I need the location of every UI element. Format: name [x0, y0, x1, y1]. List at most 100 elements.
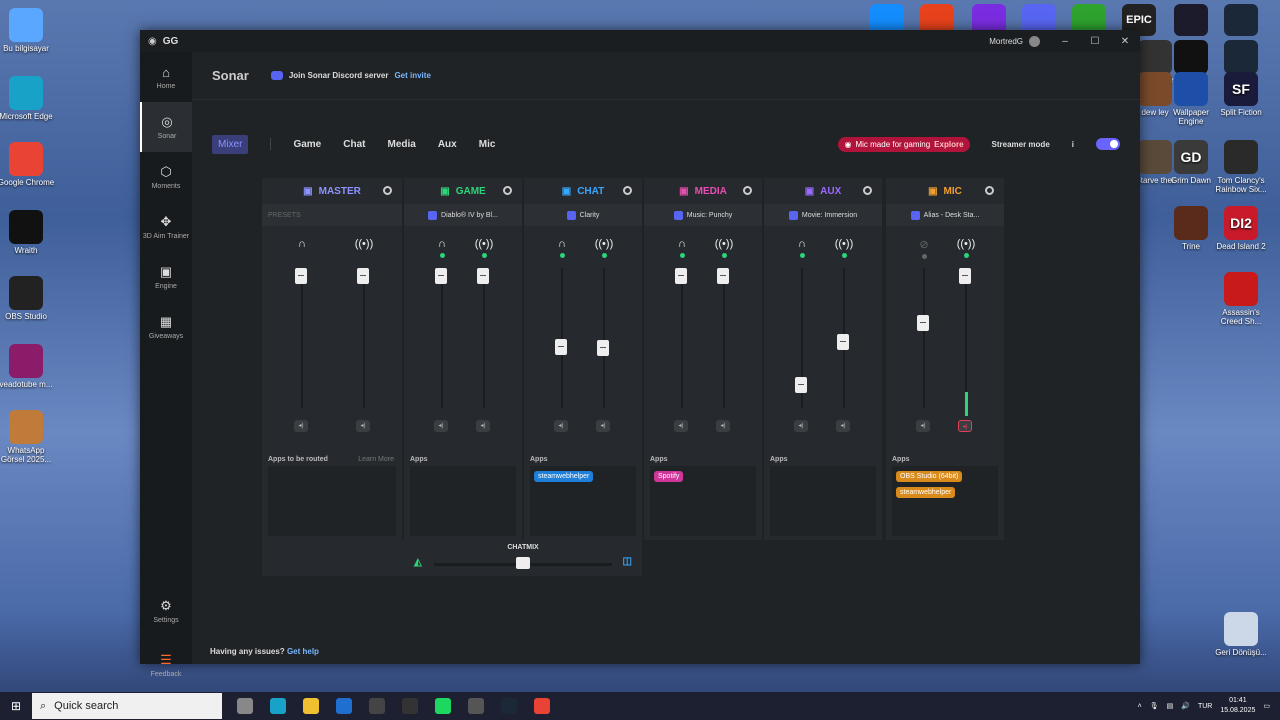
microphone-icon[interactable]: 🎙: [1150, 702, 1159, 710]
preset-selector[interactable]: PRESETS: [262, 204, 402, 226]
tab-media[interactable]: Media: [387, 139, 415, 150]
broadcast-icon[interactable]: ((•)): [956, 238, 976, 250]
volume-track[interactable]: [301, 268, 303, 408]
steelseries-icon[interactable]: [459, 692, 492, 720]
volume-knob[interactable]: [837, 333, 849, 350]
volume-knob[interactable]: [717, 268, 729, 284]
mute-button[interactable]: ◂): [916, 420, 930, 432]
streamer-mode-toggle[interactable]: [1096, 138, 1120, 150]
chrome-icon[interactable]: [525, 692, 558, 720]
preset-selector[interactable]: Diablo® IV by Bl...: [404, 204, 522, 226]
desktop-shortcut[interactable]: Microsoft Edge: [0, 76, 56, 121]
gear-icon[interactable]: [743, 186, 752, 195]
app-chip[interactable]: Spotify: [654, 471, 684, 482]
broadcast-icon[interactable]: ((•)): [714, 238, 734, 250]
app-chip[interactable]: steamwebhelper: [534, 471, 594, 482]
volume-knob[interactable]: [675, 268, 687, 284]
gg-icon[interactable]: [393, 692, 426, 720]
volume-knob[interactable]: [795, 377, 807, 394]
volume-track[interactable]: [723, 268, 725, 408]
notifications-icon[interactable]: ▭: [1263, 702, 1270, 710]
sidebar-item-giveaways[interactable]: ▦ Giveaways: [140, 302, 192, 352]
close-button[interactable]: ✕: [1110, 36, 1140, 47]
volume-knob[interactable]: [435, 268, 447, 284]
network-icon[interactable]: ▤: [1167, 702, 1174, 710]
mute-button[interactable]: ◂): [434, 420, 448, 432]
tab-game[interactable]: Game: [293, 139, 321, 150]
volume-track[interactable]: [363, 268, 365, 408]
mute-button[interactable]: ◂): [794, 420, 808, 432]
ubisoft-connect-icon[interactable]: [1174, 4, 1208, 36]
sidebar-item-3d-aim-trainer[interactable]: ✥ 3D Aim Trainer: [140, 202, 192, 252]
headphones-icon[interactable]: ⊘: [914, 238, 934, 251]
discord-banner[interactable]: Join Sonar Discord server Get invite: [270, 71, 431, 80]
desktop-shortcut[interactable]: Wallpaper Engine: [1164, 72, 1218, 126]
settings-nav[interactable]: ⚙ Settings: [140, 586, 192, 636]
explorer-icon[interactable]: [294, 692, 327, 720]
tab-mixer[interactable]: Mixer: [212, 134, 249, 154]
app-chip[interactable]: steamwebhelper: [896, 487, 956, 498]
desktop-shortcut[interactable]: GD Grim Dawn: [1164, 140, 1218, 185]
volume-knob[interactable]: [917, 315, 929, 332]
info-icon[interactable]: i: [1072, 140, 1074, 149]
mute-button[interactable]: ◂): [716, 420, 730, 432]
mute-button[interactable]: ◂): [554, 420, 568, 432]
minimize-button[interactable]: –: [1050, 36, 1080, 47]
volume-knob[interactable]: [555, 338, 567, 355]
desktop-shortcut[interactable]: Geri Dönüşü...: [1214, 612, 1268, 657]
windows-start-icon[interactable]: ⊞: [0, 699, 32, 713]
gear-icon[interactable]: [985, 186, 994, 195]
search-box[interactable]: ⌕ Quick search: [32, 693, 222, 719]
chevron-up-icon[interactable]: ˄: [1138, 703, 1142, 710]
sidebar-item-engine[interactable]: ▣ Engine: [140, 252, 192, 302]
broadcast-icon[interactable]: ((•)): [594, 238, 614, 250]
volume-knob[interactable]: [357, 268, 369, 284]
maximize-button[interactable]: ☐: [1080, 36, 1110, 47]
volume-knob[interactable]: [477, 268, 489, 284]
preset-selector[interactable]: Clarity: [524, 204, 642, 226]
volume-track[interactable]: [923, 268, 925, 408]
tab-chat[interactable]: Chat: [343, 139, 365, 150]
volume-knob[interactable]: [959, 268, 971, 284]
volume-icon[interactable]: 🔊: [1181, 702, 1190, 710]
desktop-shortcut[interactable]: SF Split Fiction: [1214, 72, 1268, 117]
desktop-shortcut[interactable]: DI2 Dead Island 2: [1214, 206, 1268, 251]
volume-knob[interactable]: [295, 268, 307, 284]
learn-more-link[interactable]: Learn More: [358, 456, 394, 463]
app-chip[interactable]: OBS Studio (64bit): [896, 471, 963, 482]
sidebar-item-sonar[interactable]: ◎ Sonar: [140, 102, 192, 152]
tab-aux[interactable]: Aux: [438, 139, 457, 150]
tab-mic[interactable]: Mic: [479, 139, 496, 150]
mute-button[interactable]: ◂): [294, 420, 308, 432]
desktop-shortcut[interactable]: OBS Studio: [0, 276, 56, 321]
desktop-shortcut[interactable]: Google Chrome: [0, 142, 56, 187]
mic-promo-badge[interactable]: ◉ Mic made for gaming Explore: [838, 136, 970, 152]
get-invite-link[interactable]: Get invite: [394, 71, 430, 80]
desktop-shortcut[interactable]: WhatsApp Görsel 2025...: [0, 410, 56, 464]
mute-button[interactable]: ◂): [596, 420, 610, 432]
sidebar-item-home[interactable]: ⌂ Home: [140, 52, 192, 102]
volume-track[interactable]: [681, 268, 683, 408]
headphones-icon[interactable]: ∩: [292, 238, 312, 250]
preset-selector[interactable]: Movie: Immersion: [764, 204, 882, 226]
steam-icon[interactable]: [492, 692, 525, 720]
volume-track[interactable]: [603, 268, 605, 408]
desktop-shortcut[interactable]: Bu bilgisayar: [0, 8, 56, 53]
preset-selector[interactable]: Alias - Desk Sta...: [886, 204, 1004, 226]
gear-icon[interactable]: [623, 186, 632, 195]
mute-button[interactable]: ◂): [836, 420, 850, 432]
volume-track[interactable]: [483, 268, 485, 408]
headphones-icon[interactable]: ∩: [432, 238, 452, 250]
desktop-shortcut[interactable]: veadotube m...: [0, 344, 56, 389]
clock[interactable]: 01:41 15.08.2025: [1220, 696, 1255, 716]
desktop-shortcut[interactable]: Assassin's Creed Sh...: [1214, 272, 1268, 326]
chatmix-slider[interactable]: [516, 557, 530, 569]
gear-icon[interactable]: [503, 186, 512, 195]
volume-knob[interactable]: [597, 339, 609, 356]
mute-button[interactable]: ◂): [356, 420, 370, 432]
headphones-icon[interactable]: ∩: [792, 238, 812, 250]
desktop-shortcut[interactable]: Wraith: [0, 210, 56, 255]
broadcast-icon[interactable]: ((•)): [354, 238, 374, 250]
language-indicator[interactable]: TUR: [1198, 703, 1212, 710]
mute-button[interactable]: ◂): [476, 420, 490, 432]
